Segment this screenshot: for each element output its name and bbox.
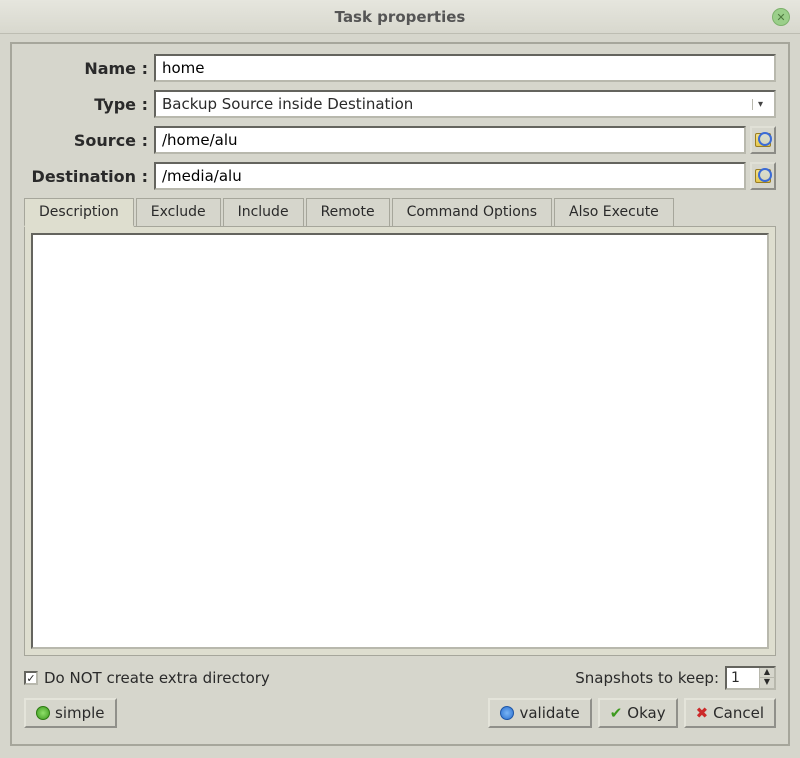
titlebar: Task properties ✕ [0, 0, 800, 34]
type-row: Type : Backup Source inside Destination … [24, 90, 776, 118]
no-extra-dir-label: Do NOT create extra directory [44, 669, 270, 687]
tab-exclude[interactable]: Exclude [136, 198, 221, 226]
snapshots-spinner[interactable]: 1 ▲ ▼ [725, 666, 776, 690]
snapshots-option: Snapshots to keep: 1 ▲ ▼ [575, 666, 776, 690]
tab-panel [24, 226, 776, 656]
destination-row: Destination : [24, 162, 776, 190]
destination-label: Destination : [24, 167, 154, 186]
no-extra-dir-option[interactable]: ✓ Do NOT create extra directory [24, 669, 270, 687]
folder-browse-icon [755, 133, 771, 147]
validate-button[interactable]: validate [488, 698, 591, 728]
spinner-down-button[interactable]: ▼ [760, 678, 774, 688]
source-input[interactable] [154, 126, 746, 154]
cancel-button[interactable]: ✖ Cancel [684, 698, 776, 728]
spinner-buttons: ▲ ▼ [759, 668, 774, 688]
options-row: ✓ Do NOT create extra directory Snapshot… [24, 666, 776, 690]
folder-browse-icon [755, 169, 771, 183]
tab-command-options[interactable]: Command Options [392, 198, 552, 226]
type-value: Backup Source inside Destination [162, 95, 413, 113]
okay-button[interactable]: ✔ Okay [598, 698, 678, 728]
button-row: simple validate ✔ Okay ✖ Cancel [24, 698, 776, 728]
destination-input[interactable] [154, 162, 746, 190]
source-row: Source : [24, 126, 776, 154]
tab-also-execute[interactable]: Also Execute [554, 198, 674, 226]
source-browse-button[interactable] [750, 126, 776, 154]
destination-browse-button[interactable] [750, 162, 776, 190]
tab-remote[interactable]: Remote [306, 198, 390, 226]
name-row: Name : [24, 54, 776, 82]
description-textarea[interactable] [31, 233, 769, 649]
name-input[interactable] [154, 54, 776, 82]
close-button[interactable]: ✕ [772, 8, 790, 26]
simple-button[interactable]: simple [24, 698, 117, 728]
tab-description[interactable]: Description [24, 198, 134, 227]
cancel-button-label: Cancel [713, 704, 764, 722]
name-label: Name : [24, 59, 154, 78]
source-label: Source : [24, 131, 154, 150]
close-icon: ✖ [696, 704, 709, 722]
snapshots-value[interactable]: 1 [727, 668, 759, 688]
window-title: Task properties [335, 8, 466, 26]
tab-include[interactable]: Include [223, 198, 304, 226]
snapshots-label: Snapshots to keep: [575, 669, 719, 687]
action-buttons: validate ✔ Okay ✖ Cancel [488, 698, 776, 728]
chevron-down-icon: ▾ [752, 99, 768, 110]
type-label: Type : [24, 95, 154, 114]
type-select[interactable]: Backup Source inside Destination ▾ [154, 90, 776, 118]
simple-button-label: simple [55, 704, 105, 722]
okay-button-label: Okay [627, 704, 665, 722]
info-icon [500, 706, 514, 720]
tab-bar: Description Exclude Include Remote Comma… [24, 198, 776, 226]
no-extra-dir-checkbox[interactable]: ✓ [24, 671, 38, 685]
refresh-icon [36, 706, 50, 720]
dialog-frame: Name : Type : Backup Source inside Desti… [10, 42, 790, 746]
check-icon: ✔ [610, 704, 623, 722]
validate-button-label: validate [519, 704, 579, 722]
